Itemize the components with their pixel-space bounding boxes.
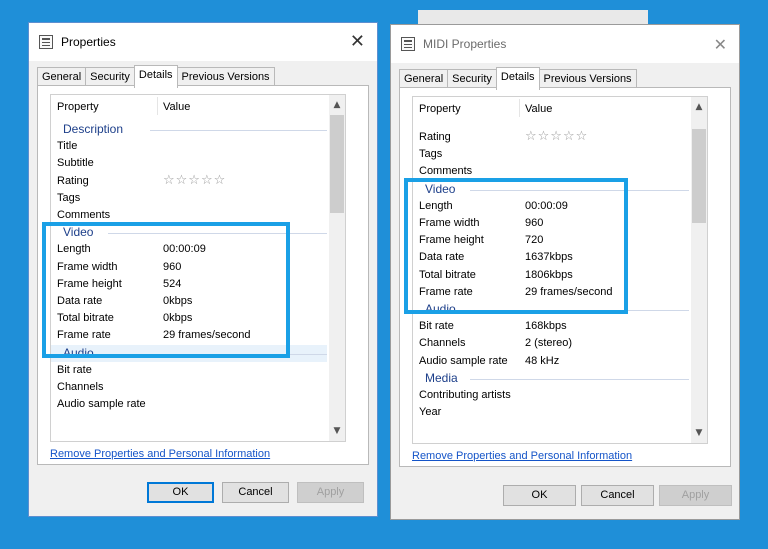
rating-stars[interactable]: ☆☆☆☆☆ — [525, 129, 588, 144]
scrollbar-thumb[interactable] — [692, 129, 706, 223]
title-bar: MIDI Properties ✕ — [391, 25, 739, 63]
tab-details[interactable]: Details — [133, 65, 178, 88]
group-header[interactable]: Description — [51, 121, 327, 138]
list-item[interactable]: Audio sample rate — [51, 396, 327, 413]
tab-general[interactable]: General — [399, 69, 449, 89]
column-property[interactable]: Property — [419, 103, 461, 115]
list-item[interactable]: Year — [413, 404, 689, 421]
property-value: 2 (stereo) — [525, 337, 573, 350]
list-item[interactable]: Tags — [413, 146, 689, 163]
chevron-up-icon[interactable]: ▲ — [329, 97, 345, 113]
column-property[interactable]: Property — [57, 101, 99, 113]
apply-button[interactable]: Apply — [659, 485, 732, 506]
tab-general[interactable]: General — [37, 67, 87, 87]
close-icon[interactable]: ✕ — [350, 31, 365, 52]
property-name: Audio sample rate — [419, 354, 508, 367]
column-value[interactable]: Value — [163, 101, 190, 113]
apply-button[interactable]: Apply — [297, 482, 364, 503]
list-header: Property Value — [413, 97, 689, 119]
property-name: Title — [57, 140, 78, 153]
property-value: 48 kHz — [525, 354, 560, 367]
window-title: MIDI Properties — [423, 37, 507, 51]
group-label: Media — [425, 370, 458, 385]
ok-button[interactable]: OK — [503, 485, 576, 506]
chevron-down-icon[interactable]: ▼ — [691, 425, 707, 441]
property-value: 168kbps — [525, 320, 567, 333]
list-item[interactable]: Rating ☆☆☆☆☆ — [51, 173, 327, 190]
vertical-scrollbar[interactable]: ▲ ▼ — [691, 97, 707, 443]
properties-sheet-icon — [39, 35, 53, 49]
tab-previous-versions[interactable]: Previous Versions — [176, 67, 275, 87]
list-header: Property Value — [51, 95, 327, 117]
properties-sheet-icon — [401, 37, 415, 51]
group-label: Description — [63, 122, 124, 136]
group-divider — [150, 130, 327, 131]
property-name: Tags — [57, 191, 81, 204]
list-item[interactable]: Subtitle — [51, 155, 327, 172]
title-bar: Properties ✕ — [29, 23, 377, 61]
close-icon[interactable]: ✕ — [714, 35, 727, 54]
window-title: Properties — [61, 35, 116, 49]
tab-strip: General Security Details Previous Versio… — [37, 65, 275, 88]
chevron-up-icon[interactable]: ▲ — [691, 99, 707, 115]
remove-properties-link[interactable]: Remove Properties and Personal Informati… — [50, 448, 270, 460]
list-item[interactable]: Contributing artists — [413, 387, 689, 404]
background-window-strip — [418, 10, 648, 24]
tab-strip: General Security Details Previous Versio… — [399, 67, 637, 90]
group-divider — [470, 378, 689, 380]
list-item[interactable]: Bit rate 168kbps — [413, 318, 689, 335]
property-name: Year — [419, 406, 442, 419]
property-name: Subtitle — [57, 157, 94, 170]
column-divider[interactable] — [519, 99, 520, 117]
property-name: Bit rate — [419, 320, 454, 333]
group-header[interactable]: Media — [413, 370, 689, 387]
list-item[interactable]: Channels 2 (stereo) — [413, 335, 689, 352]
property-name: Contributing artists — [419, 389, 511, 401]
vertical-scrollbar[interactable]: ▲ ▼ — [329, 95, 345, 441]
property-name: Comments — [57, 209, 111, 221]
property-name: Tags — [419, 148, 443, 161]
tab-security[interactable]: Security — [447, 69, 497, 89]
property-name: Rating — [419, 131, 451, 143]
cancel-button[interactable]: Cancel — [581, 485, 654, 506]
chevron-down-icon[interactable]: ▼ — [329, 423, 345, 439]
scrollbar-thumb[interactable] — [330, 115, 344, 213]
property-name: Channels — [57, 381, 104, 393]
column-divider[interactable] — [157, 97, 158, 115]
list-item[interactable]: Bit rate — [51, 362, 327, 379]
property-name: Bit rate — [57, 363, 92, 376]
video-highlight-box-left — [42, 222, 290, 358]
tab-details[interactable]: Details — [495, 67, 540, 90]
list-item[interactable]: Rating ☆☆☆☆☆ — [413, 129, 689, 146]
cancel-button[interactable]: Cancel — [222, 482, 289, 503]
video-highlight-box-right — [404, 178, 628, 314]
property-name: Comments — [419, 165, 473, 178]
remove-properties-link[interactable]: Remove Properties and Personal Informati… — [412, 450, 632, 462]
column-value[interactable]: Value — [525, 103, 552, 115]
property-name: Channels — [419, 337, 466, 350]
ok-button[interactable]: OK — [147, 482, 214, 503]
property-name: Rating — [57, 174, 89, 187]
list-item[interactable]: Title — [51, 138, 327, 155]
rating-stars[interactable]: ☆☆☆☆☆ — [163, 173, 226, 188]
list-item[interactable]: Audio sample rate 48 kHz — [413, 353, 689, 370]
tab-security[interactable]: Security — [85, 67, 135, 87]
property-name: Audio sample rate — [57, 398, 146, 411]
list-item[interactable]: Channels — [51, 379, 327, 396]
tab-previous-versions[interactable]: Previous Versions — [538, 69, 637, 89]
list-item[interactable]: Tags — [51, 190, 327, 207]
